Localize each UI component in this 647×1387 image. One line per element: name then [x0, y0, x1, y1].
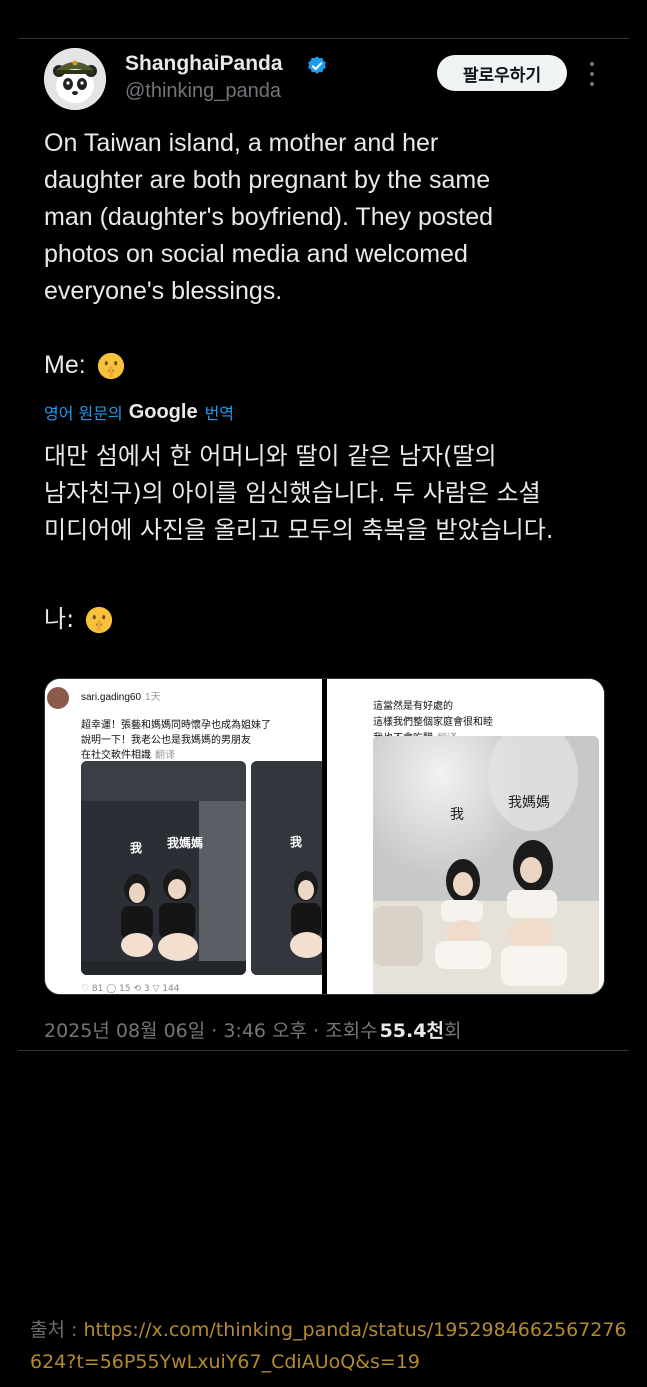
author-handle[interactable]: @thinking_panda: [125, 80, 281, 103]
translate-suffix: 번역: [204, 404, 235, 423]
author-avatar[interactable]: [44, 48, 106, 110]
google-logo: Google: [128, 400, 198, 423]
translate-prefix: 영어 원문의: [44, 404, 123, 423]
follow-button[interactable]: 팔로우하기: [437, 55, 567, 91]
translate-link[interactable]: 영어 원문의 Google 번역: [44, 400, 234, 424]
shushing-face-icon-2: [86, 606, 113, 633]
left-caption: 超幸運！張藝和媽媽同時懷孕也成為姐妹了 說明一下！我老公也是我媽媽的男朋友 在社…: [81, 703, 321, 763]
author-name[interactable]: ShanghaiPanda: [125, 52, 283, 76]
left-photo-main: 我 我媽媽: [81, 761, 246, 975]
left-translate-label: 翻译: [155, 750, 175, 761]
commenter-username: sari.gading60: [81, 692, 142, 703]
media-image-right[interactable]: 這當然是有好處的 這樣我們整個家庭會很和睦 我也不會吃醋翻译: [327, 679, 604, 994]
tweet-meta: 2025년 08월 06일 · 3:46 오후 · 조회수 55.4천 회: [44, 1016, 461, 1043]
left-stats: ♡ 81 ◯ 15 ⟲ 3 ▽ 144: [81, 984, 180, 994]
shushing-face-icon: [97, 352, 124, 379]
mirror-selfie-illustration-2: [251, 761, 322, 975]
panda-avatar-image: [44, 48, 106, 110]
tweet-text: On Taiwan island, a mother and her daugh…: [44, 129, 494, 305]
left-label-me-2: 我: [290, 835, 303, 849]
translated-me-line: 나:: [44, 601, 114, 638]
tweet-me-line: Me:: [44, 347, 126, 384]
right-label-mom: 我媽媽: [508, 795, 550, 811]
top-divider: [18, 38, 629, 39]
studio-maternity-illustration: [373, 736, 599, 994]
source-url-link[interactable]: https://x.com/thinking_panda/status/1952…: [30, 1319, 627, 1373]
translated-me-label: 나:: [44, 605, 75, 633]
tweet-media[interactable]: sari.gading60 1天 超幸運！張藝和媽媽同時懷孕也成為姐妹了 說明一下…: [44, 678, 605, 995]
source-label: 출처 :: [30, 1319, 78, 1341]
tweet-date[interactable]: 2025년 08월 06일 · 3:46 오후 · 조회수: [44, 1016, 378, 1043]
bottom-divider: [18, 1050, 629, 1051]
verified-badge-icon: [308, 56, 326, 74]
more-options-icon[interactable]: [585, 62, 599, 86]
commenter-meta: sari.gading60 1天: [81, 688, 161, 703]
me-label: Me:: [44, 351, 86, 379]
translated-text: 대만 섬에서 한 어머니와 딸이 같은 남자(딸의 남자친구)의 아이를 임신했…: [44, 442, 554, 544]
source-attribution: 출처 : https://x.com/thinking_panda/status…: [30, 1314, 630, 1378]
left-label-mom: 我媽媽: [167, 836, 204, 850]
commenter-avatar: [47, 687, 69, 709]
left-photo-secondary: 我: [251, 761, 322, 975]
media-image-left[interactable]: sari.gading60 1天 超幸運！張藝和媽媽同時懷孕也成為姐妹了 說明一下…: [45, 679, 322, 994]
mirror-selfie-illustration: [81, 761, 246, 975]
right-label-me: 我: [450, 807, 464, 823]
comment-time: 1天: [145, 692, 161, 703]
view-count: 55.4천: [379, 1020, 444, 1042]
left-caption-text: 超幸運！張藝和媽媽同時懷孕也成為姐妹了 說明一下！我老公也是我媽媽的男朋友 在社…: [81, 720, 271, 761]
left-label-me: 我: [130, 841, 143, 855]
right-photo: 我 我媽媽: [373, 736, 599, 994]
view-count-suffix: 회: [443, 1020, 462, 1042]
